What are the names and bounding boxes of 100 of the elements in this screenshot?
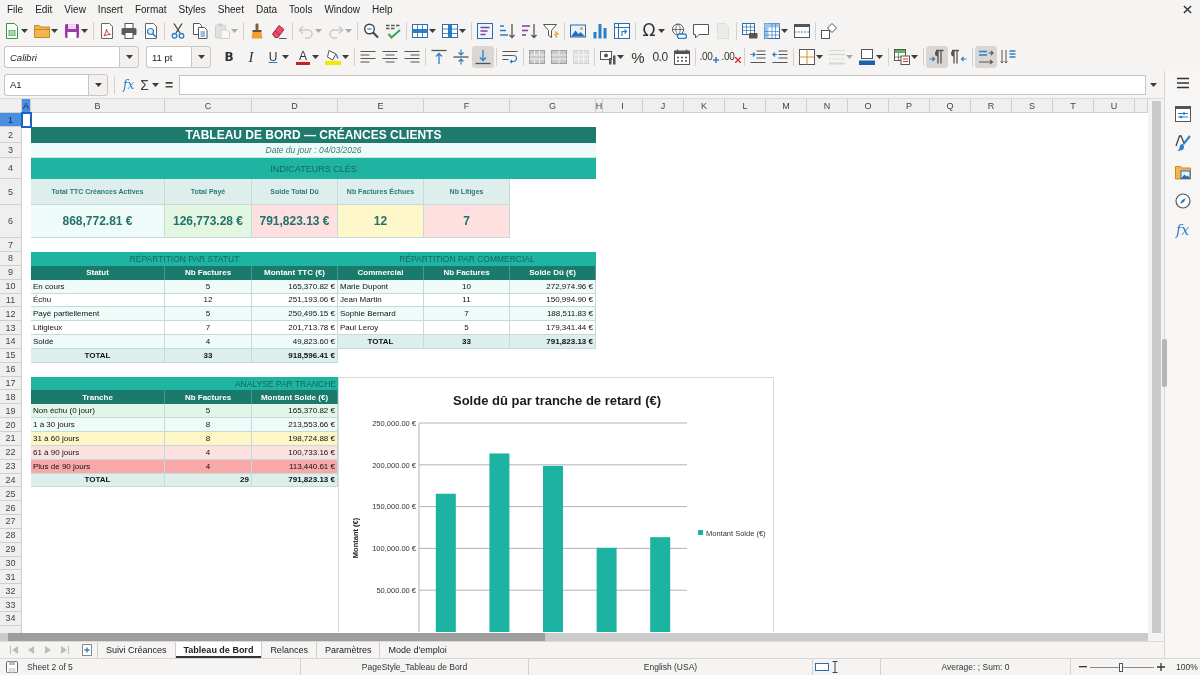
row-header[interactable]: 14: [0, 335, 22, 349]
column-header[interactable]: F: [424, 99, 510, 113]
menu-item[interactable]: File: [1, 0, 30, 18]
row-header[interactable]: 2: [0, 127, 22, 143]
row-header[interactable]: 4: [0, 158, 22, 179]
row-header[interactable]: 32: [0, 584, 22, 599]
column-header[interactable]: E: [338, 99, 424, 113]
column-header[interactable]: L: [725, 99, 766, 113]
align-left-icon: [360, 49, 376, 65]
sheet-tab[interactable]: Paramètres: [315, 642, 380, 658]
column-header[interactable]: S: [1012, 99, 1053, 113]
add-sheet-button[interactable]: [79, 642, 95, 658]
zoom-slider-thumb[interactable]: [1118, 662, 1123, 672]
row-header[interactable]: 19: [0, 404, 22, 419]
row-header[interactable]: 1: [0, 113, 22, 127]
caret-icon: [345, 28, 352, 33]
row-header[interactable]: 26: [0, 501, 22, 516]
close-document-button[interactable]: [1181, 2, 1194, 16]
column-header[interactable]: T: [1053, 99, 1094, 113]
sheet-tab[interactable]: Tableau de Bord: [174, 642, 262, 658]
column-header[interactable]: R: [971, 99, 1012, 113]
font-size-dropdown-button[interactable]: [191, 46, 211, 68]
row-header[interactable]: 18: [0, 390, 22, 405]
border-color-button[interactable]: [856, 46, 886, 68]
row-header[interactable]: 8: [0, 252, 22, 266]
horizontal-scrollbar[interactable]: [0, 633, 1148, 641]
row-header[interactable]: 13: [0, 321, 22, 336]
row-header[interactable]: 25: [0, 487, 22, 502]
menu-item[interactable]: Sheet: [211, 0, 250, 18]
functions-button[interactable]: fx: [1170, 219, 1195, 241]
globe-link-icon: [671, 22, 687, 39]
name-box-field[interactable]: A1: [4, 73, 88, 96]
align-bottom-button[interactable]: [472, 46, 494, 68]
function-wizard-button[interactable]: fx: [120, 73, 138, 96]
number-format-button[interactable]: 0.0: [649, 46, 671, 68]
column-header[interactable]: J: [643, 99, 684, 113]
formula-button[interactable]: =: [161, 73, 177, 96]
menu-item[interactable]: Tools: [283, 0, 319, 18]
row-header[interactable]: 7: [0, 238, 22, 252]
menu-item[interactable]: Window: [318, 0, 366, 18]
special-character-button[interactable]: Ω: [638, 19, 668, 42]
column-header[interactable]: C: [165, 99, 252, 113]
magnifier-icon: [363, 22, 379, 39]
underline-button[interactable]: U: [262, 46, 292, 68]
menu-item[interactable]: View: [58, 0, 92, 18]
column-header[interactable]: G: [510, 99, 596, 113]
row-header[interactable]: 31: [0, 570, 22, 585]
row-header[interactable]: 3: [0, 143, 22, 158]
menu-item[interactable]: Format: [128, 0, 173, 18]
font-name-field[interactable]: Calibri: [4, 46, 119, 68]
column-header[interactable]: U: [1094, 99, 1135, 113]
percent-format-button[interactable]: %: [627, 46, 649, 68]
menu-item[interactable]: Styles: [172, 0, 212, 18]
sum-button[interactable]: Σ: [137, 73, 162, 96]
column-header[interactable]: K: [684, 99, 725, 113]
row-header[interactable]: 20: [0, 418, 22, 432]
scrollbar-thumb[interactable]: [8, 633, 545, 641]
spellcheck-icon: [385, 22, 401, 39]
borders-button[interactable]: [796, 46, 826, 68]
zoom-in-button[interactable]: [1157, 662, 1165, 672]
sheet-tab[interactable]: Mode d'emploi: [379, 642, 455, 658]
row-header[interactable]: 27: [0, 515, 22, 529]
name-box-dropdown-button[interactable]: [88, 73, 108, 96]
sheet-tab[interactable]: Relances: [261, 642, 316, 658]
conditional-format-icon: [894, 49, 910, 65]
row-header[interactable]: 6: [0, 205, 22, 238]
menu-item[interactable]: Data: [249, 0, 284, 18]
font-color-button[interactable]: A: [292, 46, 322, 68]
menu-item[interactable]: Insert: [91, 0, 129, 18]
add-decimal-button[interactable]: .00: [698, 46, 720, 68]
column-header[interactable]: D: [252, 99, 338, 113]
italic-button[interactable]: I: [240, 46, 262, 68]
sheet-tab[interactable]: Suivi Créances: [97, 642, 175, 658]
column-header[interactable]: N: [807, 99, 848, 113]
menu-item[interactable]: Help: [366, 0, 399, 18]
column-header[interactable]: B: [31, 99, 165, 113]
sidebar-collapse-handle[interactable]: [1162, 339, 1167, 387]
left-to-right-button[interactable]: [926, 46, 948, 68]
conditional-format-button[interactable]: [891, 46, 921, 68]
paintbrush-icon: [249, 22, 265, 39]
column-header[interactable]: O: [848, 99, 889, 113]
font-size-field[interactable]: 11 pt: [146, 46, 191, 68]
row-header[interactable]: 12: [0, 307, 22, 322]
menu-item[interactable]: Edit: [29, 0, 59, 18]
table-cell: 179,341.44 €: [510, 321, 596, 336]
text-left-to-right-button[interactable]: [975, 46, 997, 68]
column-header[interactable]: P: [889, 99, 930, 113]
font-name-dropdown-button[interactable]: [119, 46, 139, 68]
bold-button[interactable]: B: [218, 46, 240, 68]
row-header[interactable]: 5: [0, 179, 22, 205]
align-right-icon: [404, 49, 420, 65]
row-header[interactable]: 33: [0, 598, 22, 612]
formula-input-field[interactable]: [179, 74, 1146, 95]
caret-icon: [617, 55, 624, 59]
table-cell: 201,713.78 €: [252, 321, 338, 336]
delete-decimal-button[interactable]: .00: [720, 46, 742, 68]
column-header[interactable]: I: [603, 99, 643, 113]
scrollbar-thumb[interactable]: [1152, 101, 1161, 633]
column-header[interactable]: Q: [930, 99, 971, 113]
column-header[interactable]: M: [766, 99, 807, 113]
